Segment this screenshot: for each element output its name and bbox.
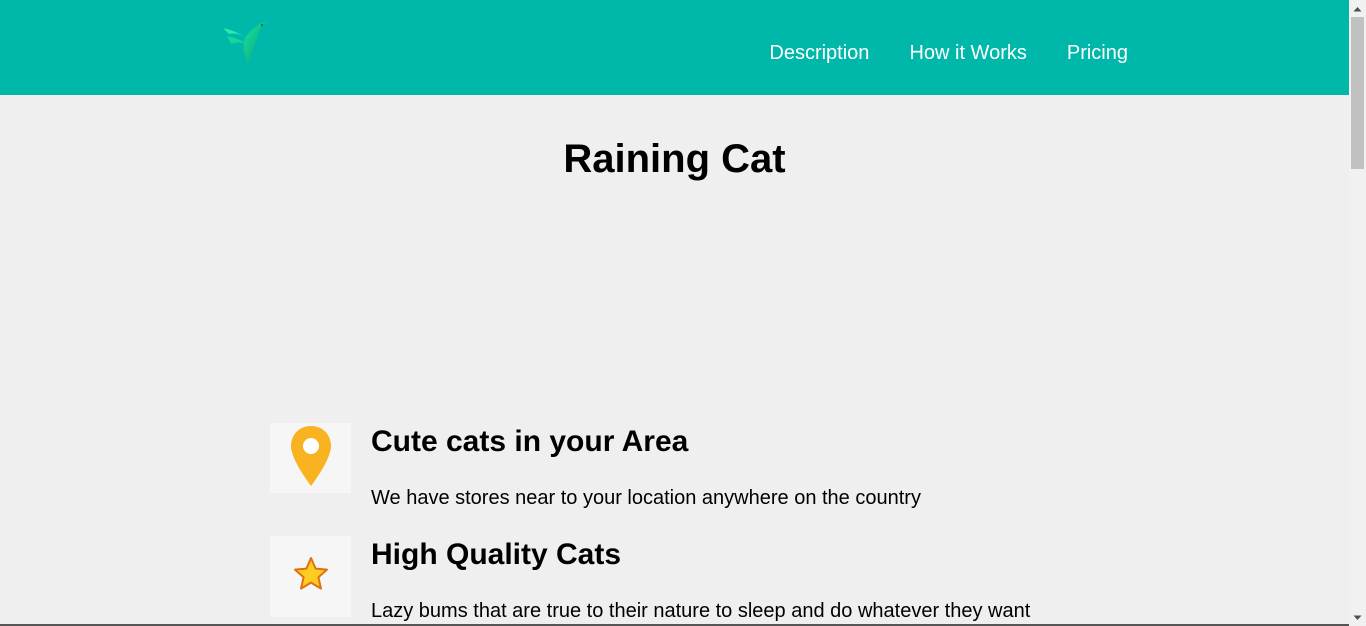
feature-text: We have stores near to your location any…: [371, 487, 921, 509]
location-pin-icon: [289, 424, 333, 493]
feature-icon-box: [270, 536, 351, 617]
page: Description How it Works Pricing Raining…: [0, 0, 1349, 626]
scroll-up-icon[interactable]: [1349, 0, 1366, 17]
nav-link-pricing[interactable]: Pricing: [1067, 40, 1128, 66]
feature-text: Lazy bums that are true to their nature …: [371, 600, 1031, 622]
feature-title: Cute cats in your Area: [371, 425, 689, 458]
hummingbird-logo-icon[interactable]: [219, 18, 273, 68]
page-title: Raining Cat: [563, 137, 786, 181]
feature-icon-box: [270, 423, 351, 493]
star-icon: [293, 556, 329, 597]
nav-link-description[interactable]: Description: [769, 40, 869, 66]
feature-title: High Quality Cats: [371, 538, 622, 571]
scrollbar-thumb[interactable]: [1351, 17, 1364, 169]
navbar: Description How it Works Pricing: [0, 0, 1349, 95]
nav-link-how-it-works[interactable]: How it Works: [909, 40, 1026, 66]
vertical-scrollbar[interactable]: [1349, 0, 1366, 626]
scroll-down-icon[interactable]: [1349, 609, 1366, 626]
nav-links: Description How it Works Pricing: [769, 40, 1128, 66]
